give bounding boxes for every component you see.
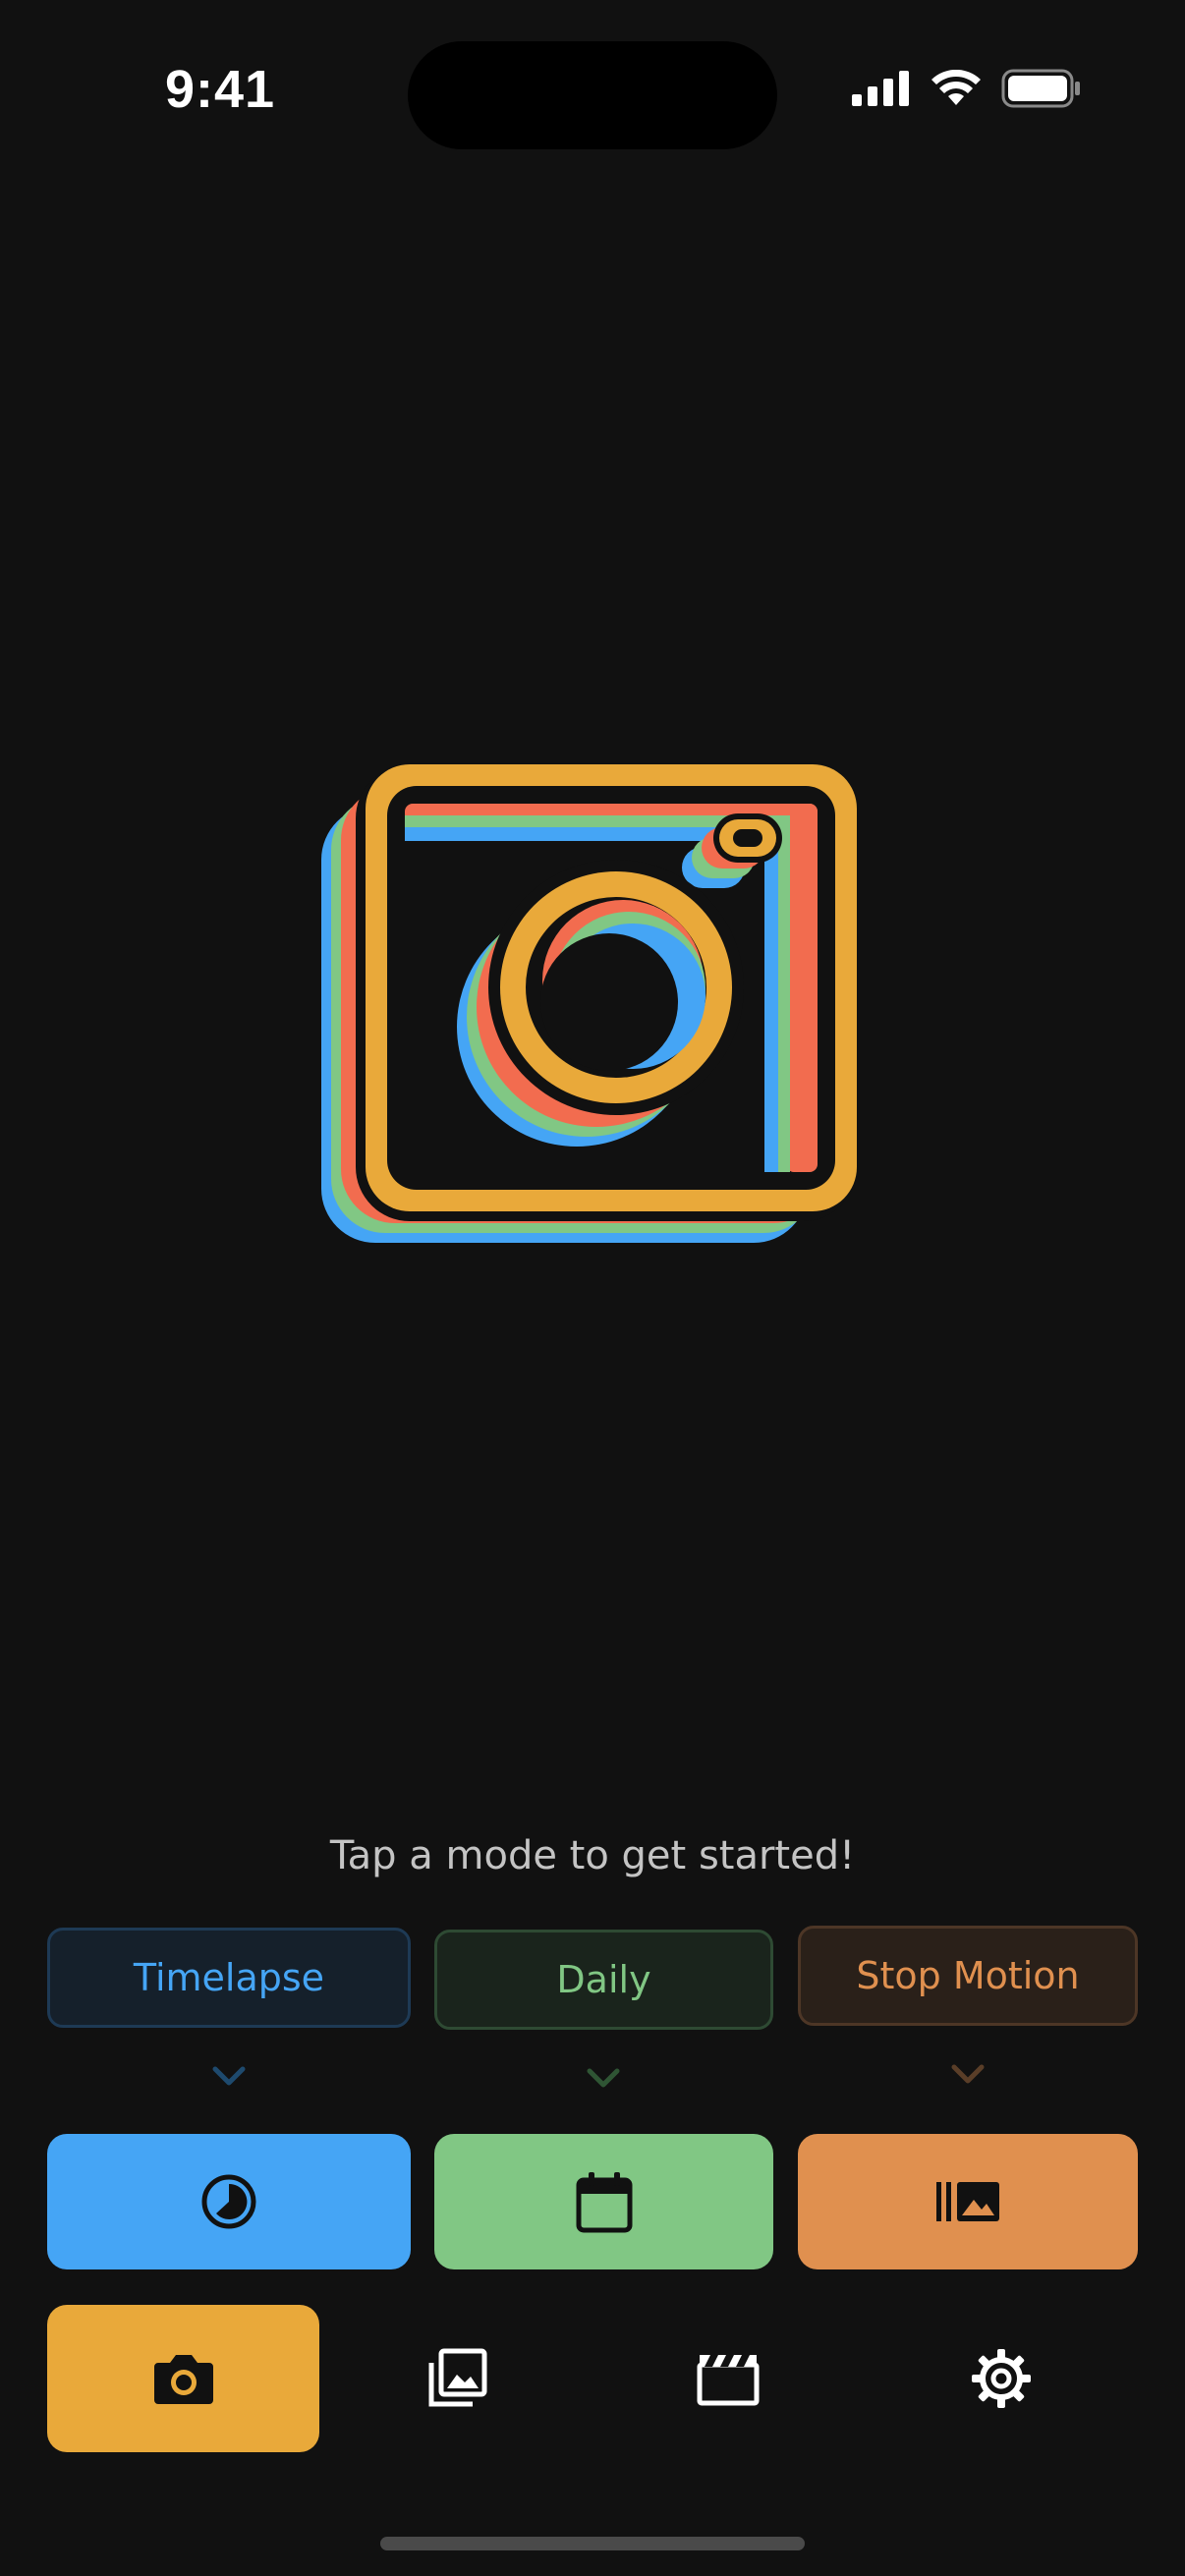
daily-start-button[interactable]	[434, 2134, 773, 2269]
stop-motion-icon	[936, 2182, 999, 2221]
camera-icon	[153, 2355, 213, 2404]
calendar-icon	[576, 2172, 632, 2233]
stop-motion-start-button[interactable]	[798, 2134, 1138, 2269]
movie-clapper-icon	[697, 2355, 760, 2406]
chevron-down-icon	[212, 2066, 246, 2086]
daily-mode-button[interactable]: Daily	[434, 1930, 773, 2030]
gear-icon	[972, 2349, 1031, 2408]
wifi-icon	[931, 70, 981, 105]
status-time: 9:41	[165, 60, 276, 119]
timelapse-icon	[201, 2174, 256, 2229]
chevron-down-icon	[951, 2064, 985, 2084]
status-icons	[852, 69, 1082, 108]
nav-camera-tab[interactable]	[47, 2305, 319, 2452]
nav-gallery-tab[interactable]	[364, 2305, 550, 2452]
dynamic-island	[408, 41, 777, 149]
app-screen: 9:41 Tap a mode to get started! Timelaps…	[0, 0, 1185, 2576]
gallery-icon	[428, 2348, 487, 2407]
timelapse-start-button[interactable]	[47, 2134, 411, 2269]
chevron-down-icon	[587, 2068, 620, 2088]
nav-settings-tab[interactable]	[908, 2305, 1095, 2452]
stop-motion-mode-button[interactable]: Stop Motion	[798, 1926, 1138, 2026]
nav-movies-tab[interactable]	[635, 2305, 821, 2452]
battery-icon	[1001, 69, 1080, 108]
signal-icon	[852, 71, 909, 106]
app-logo-camera-icon	[321, 764, 857, 1243]
timelapse-mode-button[interactable]: Timelapse	[47, 1928, 411, 2028]
home-indicator[interactable]	[380, 2537, 805, 2550]
hint-text: Tap a mode to get started!	[329, 1833, 856, 1878]
